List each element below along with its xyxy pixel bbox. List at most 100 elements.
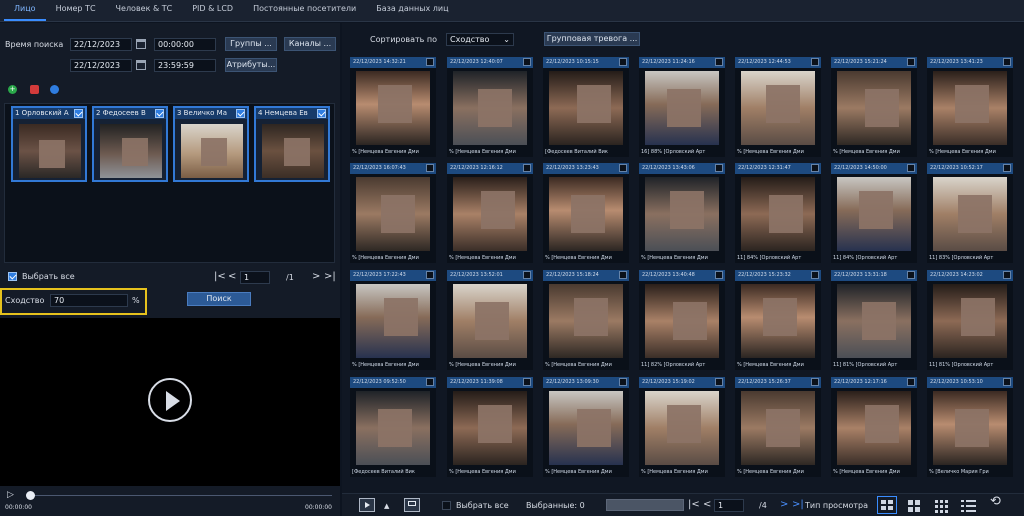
- result-checkbox[interactable]: [1003, 271, 1011, 279]
- tab-face-database[interactable]: База данных лиц: [366, 1, 458, 21]
- result-tile[interactable]: 22/12/2023 11:24:16 16] 88% [Орловский Ар…: [639, 57, 725, 157]
- result-checkbox[interactable]: [426, 271, 434, 279]
- settings-icon[interactable]: [50, 85, 59, 94]
- end-date-field[interactable]: 22/12/2023: [70, 59, 132, 72]
- tab-plate-number[interactable]: Номер ТС: [46, 1, 106, 21]
- result-checkbox[interactable]: [523, 164, 531, 172]
- result-checkbox[interactable]: [715, 58, 723, 66]
- result-checkbox[interactable]: [619, 58, 627, 66]
- result-checkbox[interactable]: [523, 378, 531, 386]
- view-list-icon[interactable]: [958, 496, 978, 514]
- result-checkbox[interactable]: [619, 378, 627, 386]
- result-checkbox[interactable]: [907, 58, 915, 66]
- result-tile[interactable]: 22/12/2023 13:09:30 % [Немцева Евгения Дм…: [543, 377, 629, 477]
- timeline-handle[interactable]: [26, 491, 35, 500]
- result-tile[interactable]: 22/12/2023 17:22:43 % [Немцева Евгения Дм…: [350, 270, 436, 370]
- face-checkbox[interactable]: [236, 109, 245, 118]
- start-time-field[interactable]: 00:00:00: [154, 38, 216, 51]
- left-page-field[interactable]: 1: [240, 271, 270, 284]
- next-page-icon[interactable]: >: [312, 272, 320, 282]
- end-calendar-icon[interactable]: [136, 60, 146, 70]
- save-icon[interactable]: [404, 498, 420, 512]
- last-page-icon[interactable]: >|: [792, 500, 804, 510]
- result-tile[interactable]: 22/12/2023 12:40:07 % [Немцева Евгения Дм…: [447, 57, 533, 157]
- result-checkbox[interactable]: [523, 58, 531, 66]
- result-tile[interactable]: 22/12/2023 09:52:50 [Федосеев Виталий Вик: [350, 377, 436, 477]
- result-tile[interactable]: 22/12/2023 14:50:00 11] 84% [Орловский Ар…: [831, 163, 917, 263]
- export-icon[interactable]: ▲: [384, 501, 389, 511]
- group-alarm-button[interactable]: Групповая тревога ...: [544, 32, 640, 46]
- search-button[interactable]: Поиск: [187, 292, 251, 306]
- result-tile[interactable]: 22/12/2023 12:16:12 % [Немцева Евгения Дм…: [447, 163, 533, 263]
- tab-pid-lcd[interactable]: PID & LCD: [182, 1, 243, 21]
- result-checkbox[interactable]: [426, 378, 434, 386]
- result-checkbox[interactable]: [619, 164, 627, 172]
- result-checkbox[interactable]: [907, 271, 915, 279]
- view-grid-dense-icon[interactable]: [931, 496, 951, 514]
- result-checkbox[interactable]: [523, 271, 531, 279]
- selected-face-card[interactable]: 1 Орловский А: [11, 106, 87, 182]
- result-tile[interactable]: 22/12/2023 16:07:43 % [Немцева Евгения Дм…: [350, 163, 436, 263]
- result-tile[interactable]: 22/12/2023 15:21:24 % [Немцева Евгения Дм…: [831, 57, 917, 157]
- result-tile[interactable]: 22/12/2023 10:53:10 % [Величко Мария Гри: [927, 377, 1013, 477]
- select-all-results-checkbox[interactable]: [442, 501, 451, 510]
- result-tile[interactable]: 22/12/2023 11:39:08 % [Немцева Евгения Дм…: [447, 377, 533, 477]
- result-tile[interactable]: 22/12/2023 12:31:47 11] 84% [Орловский Ар…: [735, 163, 821, 263]
- result-checkbox[interactable]: [811, 58, 819, 66]
- result-checkbox[interactable]: [811, 271, 819, 279]
- start-calendar-icon[interactable]: [136, 39, 146, 49]
- face-checkbox[interactable]: [317, 109, 326, 118]
- tab-face[interactable]: Лицо: [4, 1, 46, 21]
- result-tile[interactable]: 22/12/2023 14:23:02 11] 81% [Орловский Ар…: [927, 270, 1013, 370]
- play-icon[interactable]: [148, 378, 192, 422]
- first-page-icon[interactable]: |<: [688, 500, 700, 510]
- result-tile[interactable]: 22/12/2023 14:32:21 % [Немцева Евгения Дм…: [350, 57, 436, 157]
- result-tile[interactable]: 22/12/2023 15:19:02 % [Немцева Евгения Дм…: [639, 377, 725, 477]
- add-icon[interactable]: +: [8, 85, 17, 94]
- result-checkbox[interactable]: [1003, 164, 1011, 172]
- groups-button[interactable]: Группы ...: [225, 37, 277, 51]
- result-checkbox[interactable]: [715, 378, 723, 386]
- face-checkbox[interactable]: [155, 109, 164, 118]
- delete-icon[interactable]: [30, 85, 39, 94]
- result-checkbox[interactable]: [426, 58, 434, 66]
- prev-page-icon[interactable]: <: [703, 500, 711, 510]
- results-page-field[interactable]: 1: [714, 499, 744, 512]
- refresh-icon[interactable]: ⟲: [990, 495, 1001, 508]
- result-checkbox[interactable]: [1003, 58, 1011, 66]
- result-tile[interactable]: 22/12/2023 12:44:53 % [Немцева Евгения Дм…: [735, 57, 821, 157]
- face-checkbox[interactable]: [74, 109, 83, 118]
- prev-page-icon[interactable]: <: [228, 272, 236, 282]
- sort-select[interactable]: Сходство ⌄: [446, 33, 514, 46]
- selected-face-card[interactable]: 2 Федосеев В: [92, 106, 168, 182]
- result-checkbox[interactable]: [426, 164, 434, 172]
- timeline-track[interactable]: [28, 495, 332, 496]
- result-tile[interactable]: 22/12/2023 12:17:16 % [Немцева Евгения Дм…: [831, 377, 917, 477]
- selected-face-card[interactable]: 4 Немцева Ев: [254, 106, 330, 182]
- start-date-field[interactable]: 22/12/2023: [70, 38, 132, 51]
- next-page-icon[interactable]: >: [780, 500, 788, 510]
- result-checkbox[interactable]: [811, 164, 819, 172]
- end-time-field[interactable]: 23:59:59: [154, 59, 216, 72]
- result-tile[interactable]: 22/12/2023 10:52:17 11] 83% [Орловский Ар…: [927, 163, 1013, 263]
- result-checkbox[interactable]: [715, 164, 723, 172]
- result-checkbox[interactable]: [619, 271, 627, 279]
- play-small-icon[interactable]: ▷: [7, 490, 14, 500]
- first-page-icon[interactable]: |<: [214, 272, 226, 282]
- last-page-icon[interactable]: >|: [324, 272, 336, 282]
- selected-face-card[interactable]: 3 Величко Ма: [173, 106, 249, 182]
- playback-icon[interactable]: [359, 498, 375, 512]
- result-tile[interactable]: 22/12/2023 13:31:18 11] 81% [Орловский Ар…: [831, 270, 917, 370]
- select-all-checkbox[interactable]: [8, 272, 17, 281]
- attributes-button[interactable]: Атрибуты...: [225, 58, 277, 72]
- result-checkbox[interactable]: [907, 164, 915, 172]
- result-checkbox[interactable]: [907, 378, 915, 386]
- result-checkbox[interactable]: [715, 271, 723, 279]
- result-tile[interactable]: 22/12/2023 13:41:23 % [Немцева Евгения Дм…: [927, 57, 1013, 157]
- tab-regular-visitors[interactable]: Постоянные посетители: [243, 1, 366, 21]
- result-tile[interactable]: 22/12/2023 13:23:43 % [Немцева Евгения Дм…: [543, 163, 629, 263]
- result-tile[interactable]: 22/12/2023 13:52:01 % [Немцева Евгения Дм…: [447, 270, 533, 370]
- channels-button[interactable]: Каналы ...: [284, 37, 336, 51]
- result-tile[interactable]: 22/12/2023 13:40:48 11] 82% [Орловский Ар…: [639, 270, 725, 370]
- tab-human-vehicle[interactable]: Человек & ТС: [106, 1, 183, 21]
